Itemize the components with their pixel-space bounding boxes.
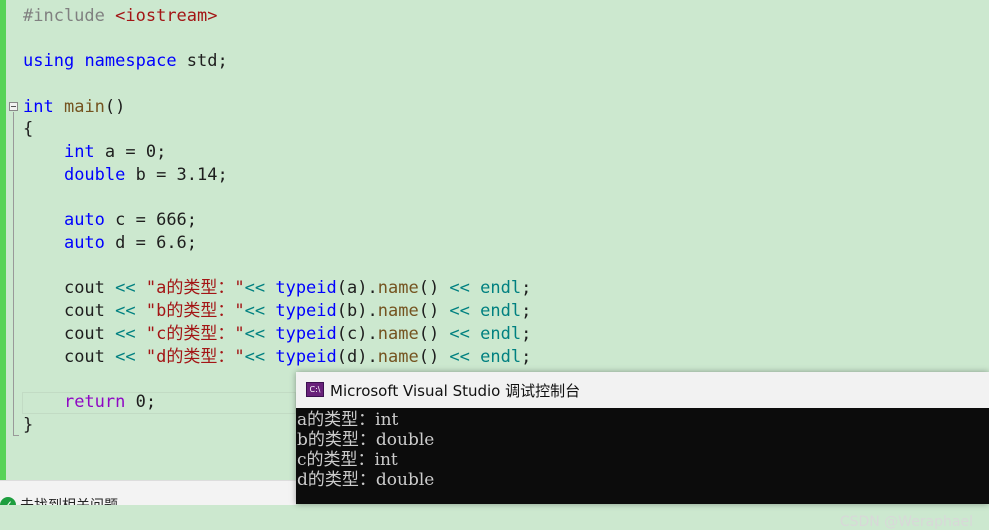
endl-token: endl [480,347,522,367]
typeid-arg: d [347,347,358,367]
operator: << [244,347,266,367]
console-output-line: a的类型：int [297,410,399,430]
code-line-a: int a = 0; [23,141,166,164]
endl-token: endl [480,324,522,344]
string-literal: "b的类型：" [145,301,245,321]
console-output[interactable]: a的类型：int b的类型：double c的类型：int d的类型：doubl… [296,408,989,530]
keyword: auto [63,210,105,230]
typeid-arg: c [347,324,358,344]
code-line-cout-b: cout << "b的类型："<< typeid(b).name() << en… [63,301,532,321]
string-literal: "a的类型：" [145,278,245,298]
console-output-line: c的类型：int [297,450,398,470]
operator: << [449,278,470,298]
code-line-cout-a: cout << "a的类型："<< typeid(a).name() << en… [63,278,532,298]
cout-token: cout [63,278,105,298]
operator: << [244,278,266,298]
operator: << [115,301,136,321]
console-output-line: d的类型：double [297,470,435,490]
code-line-cout-d: cout << "d的类型："<< typeid(d).name() << en… [63,347,532,367]
function-name: main [63,97,105,117]
operator: << [449,301,470,321]
operator: << [115,324,136,344]
code-line-cout-c: cout << "c的类型："<< typeid(c).name() << en… [63,324,532,344]
keyword: namespace [84,51,177,71]
code-text: c = 666; [104,210,198,230]
watermark: CSDN @Weraphael [839,514,973,530]
method-name: name [377,278,419,298]
keyword: return [63,392,126,412]
operator: << [449,347,470,367]
code-line-include: #include <iostream> [23,5,218,28]
debug-console-window[interactable]: C:\ Microsoft Visual Studio 调试控制台 a的类型：i… [296,372,989,530]
keyword: typeid [275,301,337,321]
console-title: Microsoft Visual Studio 调试控制台 [330,382,581,400]
code-text: a = 0; [94,142,167,162]
fold-guide [13,112,14,436]
collapse-main-icon[interactable] [9,102,18,111]
console-titlebar[interactable]: C:\ Microsoft Visual Studio 调试控制台 [296,372,989,408]
string-literal: "c的类型：" [145,324,245,344]
cout-token: cout [63,301,105,321]
operator: << [115,347,136,367]
code-line-c: auto c = 666; [23,209,197,232]
method-name: name [377,301,419,321]
code-line-b: double b = 3.14; [23,164,228,187]
code-text: d = 6.6; [104,233,198,253]
cout-token: cout [63,347,105,367]
console-app-icon: C:\ [306,382,324,397]
code-line-using: using namespace std; [23,50,228,73]
cout-token: cout [63,324,105,344]
keyword: typeid [275,278,337,298]
operator: << [244,324,266,344]
code-line-open-brace: { [23,119,34,139]
code-text: () [104,97,126,117]
code-text: 0; [125,392,157,412]
status-bar: ✓ 未找到相关问题 [0,480,296,505]
typeid-arg: b [347,301,358,321]
fold-guide-end [13,435,19,436]
keyword: double [63,165,126,185]
string-literal: "d的类型：" [145,347,245,367]
console-output-line: b的类型：double [297,430,435,450]
operator: << [449,324,470,344]
keyword: using [23,51,75,71]
typeid-arg: a [347,278,358,298]
operator: << [244,301,266,321]
operator: << [115,278,136,298]
preprocessor-directive: #include [23,6,105,26]
method-name: name [377,324,419,344]
keyword: typeid [275,347,337,367]
endl-token: endl [480,278,522,298]
code-line-d: auto d = 6.6; [23,232,197,255]
keyword: typeid [275,324,337,344]
method-name: name [377,347,419,367]
code-line-main: int main() [23,96,125,119]
code-line-close-brace: } [23,415,34,435]
keyword: int [63,142,95,162]
code-text: std; [176,51,228,71]
keyword: int [23,97,54,117]
keyword: auto [63,233,105,253]
include-header: <iostream> [115,6,218,26]
code-text: b = 3.14; [125,165,228,185]
endl-token: endl [480,301,522,321]
code-line-return: return 0; [23,391,156,414]
